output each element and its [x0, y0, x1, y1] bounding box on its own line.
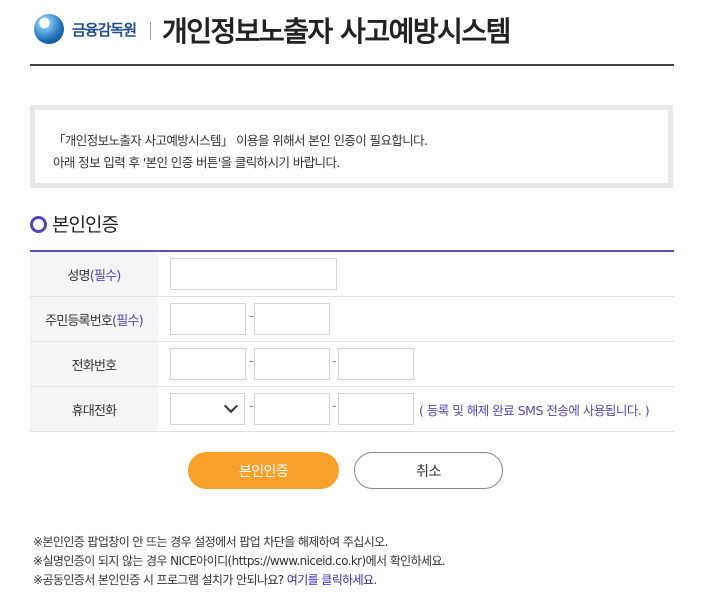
dash: - — [249, 354, 254, 369]
form-row-phone: 전화번호 - - — [30, 342, 674, 387]
dash: - — [332, 354, 337, 369]
mobile-prefix-select[interactable] — [170, 393, 245, 425]
mobile-label-text: 휴대전화 — [71, 403, 117, 419]
click-here-link[interactable]: 여기를 클릭하세요. — [287, 573, 378, 587]
mobile-label: 휴대전화 — [30, 387, 158, 431]
dash: - — [249, 309, 254, 324]
name-label-text: 성명 — [67, 268, 90, 284]
header: 금융감독원 개인정보노출자 사고예방시스템 — [30, 0, 674, 66]
notice-line-1: 「개인정보노출자 사고예방시스템」 이용을 위해서 본인 인증이 필요합니다. — [53, 133, 428, 148]
dash: - — [249, 399, 254, 414]
notice-line-2: 아래 정보 입력 후 '본인 인증 버튼'을 클릭하시기 바랍니다. — [53, 155, 340, 170]
dash: - — [332, 399, 337, 414]
rrn-back-input[interactable] — [254, 303, 330, 335]
footnote-popup: ※본인인증 팝업창이 안 뜨는 경우 설정에서 팝업 차단을 해제하여 주십시오… — [33, 535, 388, 549]
rrn-required-mark: (필수) — [112, 313, 144, 329]
form-row-name: 성명 (필수) — [30, 252, 674, 297]
mobile-part2-input[interactable] — [254, 393, 330, 425]
auth-form: 성명(필수) 주민등록번호(필수) - 전화번호 - - 휴대전화 - - — [30, 250, 674, 432]
name-required-mark: (필수) — [89, 268, 122, 284]
phone-label-text: 전화번호 — [71, 358, 117, 374]
fss-globe-icon — [34, 14, 64, 44]
phone-part1-input[interactable] — [170, 348, 246, 380]
rrn-label-text: 주민등록번호 — [45, 313, 113, 329]
phone-label: 전화번호 — [30, 342, 158, 386]
notice-box: 「개인정보노출자 사고예방시스템」 이용을 위해서 본인 인증이 필요합니다. … — [30, 105, 673, 188]
mobile-part3-input[interactable] — [338, 393, 414, 425]
form-row-rrn: 주민등록번호 (필수) - — [30, 297, 674, 342]
org-name: 금융감독원 — [72, 21, 137, 39]
phone-part2-input[interactable] — [254, 348, 330, 380]
page-title: 개인정보노출자 사고예방시스템 — [162, 15, 511, 48]
name-label: 성명 (필수) — [30, 252, 158, 296]
footnote-cert: ※공동인증서 본인인증 시 프로그램 설치가 안되나요? 여기를 클릭하세요. — [33, 571, 377, 588]
confirm-auth-button[interactable]: 본인인증 — [188, 452, 339, 489]
chevron-down-icon — [223, 398, 239, 414]
footnote-nice: ※실명인증이 되지 않는 경우 NICE아이디(https://www.nice… — [33, 554, 446, 568]
rrn-front-input[interactable] — [170, 303, 246, 335]
name-input[interactable] — [170, 258, 337, 290]
rrn-label: 주민등록번호 (필수) — [30, 297, 158, 341]
form-row-mobile: 휴대전화 - - ( 등록 및 해제 완료 SMS 전송에 사용됩니다. ) — [30, 387, 674, 432]
sms-note: ( 등록 및 해제 완료 SMS 전송에 사용됩니다. ) — [419, 403, 650, 418]
logo-divider — [150, 22, 151, 40]
cancel-button[interactable]: 취소 — [354, 452, 503, 489]
section-title-text: 본인인증 — [52, 214, 119, 236]
phone-part3-input[interactable] — [338, 348, 414, 380]
footnote-cert-text: ※공동인증서 본인인증 시 프로그램 설치가 안되나요? — [33, 573, 287, 587]
ring-icon — [30, 216, 47, 233]
